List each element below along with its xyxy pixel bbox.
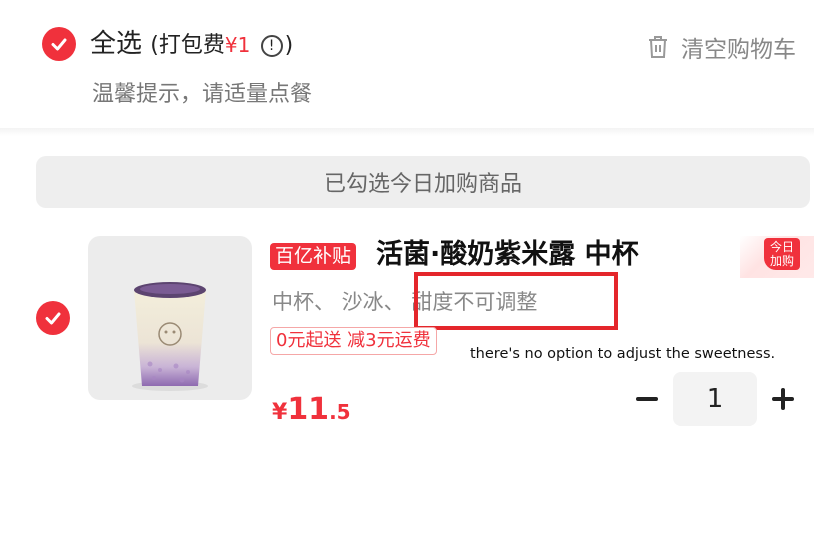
item-checkbox[interactable] [36,301,70,335]
section-divider [0,128,814,136]
select-all-row: 全选 (打包费¥1 !) [90,28,293,62]
decrease-quantity-button[interactable] [634,386,660,412]
clear-cart-label: 清空购物车 [681,37,796,63]
tip-text: 温馨提示，请适量点餐 [92,82,313,107]
product-image[interactable] [88,236,252,400]
selected-items-banner: 已勾选今日加购商品 [36,156,810,208]
select-all-checkbox[interactable] [42,27,76,61]
sweetness-highlight-box [414,272,618,330]
price-integer: 11 [287,392,330,427]
pack-fee-prefix: (打包费 [150,33,225,58]
price-decimal: .5 [329,400,351,424]
annotation-text: there's no option to adjust the sweetnes… [470,346,776,362]
select-all-label[interactable]: 全选 [90,29,142,59]
pack-fee-price: ¥1 [224,33,251,57]
today-added-tag: 今日 加购 [740,236,814,278]
pack-fee-suffix: ) [284,33,294,58]
price-symbol: ¥ [272,400,288,425]
quantity-input[interactable]: 1 [673,372,757,426]
product-name[interactable]: 活菌·酸奶紫米露 中杯 [376,236,639,274]
trash-icon [649,36,667,58]
delivery-promo-tag: 0元起送 减3元运费 [270,327,437,355]
subsidy-badge: 百亿补贴 [270,243,357,270]
info-icon[interactable]: ! [260,35,283,57]
checkmark-icon [45,312,61,325]
minus-icon [636,397,658,401]
banner-text: 已勾选今日加购商品 [323,172,522,197]
checkmark-icon [51,38,67,51]
today-tag-line2: 加购 [769,254,794,268]
clear-cart-button[interactable]: 清空购物车 [645,30,796,64]
product-price: ¥11.5 [272,392,351,427]
today-tag-line1: 今日 [769,240,794,254]
quantity-value: 1 [706,384,724,414]
increase-quantity-button[interactable] [770,386,796,412]
yogurt-cup-image [132,282,208,391]
